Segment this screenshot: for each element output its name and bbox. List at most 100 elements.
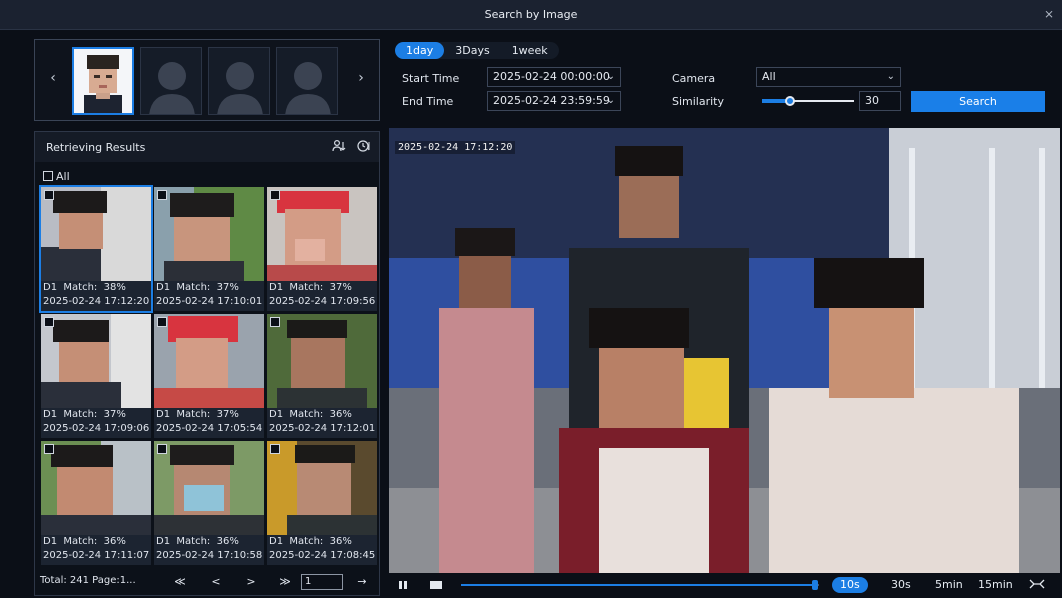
face-photo — [74, 49, 132, 113]
range-tab-1week[interactable]: 1week — [501, 42, 559, 59]
result-match: D1 Match: 38% — [43, 282, 126, 293]
start-time-label: Start Time — [402, 72, 460, 85]
result-checkbox[interactable] — [157, 444, 167, 454]
video-frame — [389, 128, 1060, 573]
similarity-knob[interactable] — [784, 96, 795, 106]
result-match: D1 Match: 37% — [156, 282, 239, 293]
result-thumbnail — [41, 441, 151, 535]
result-thumbnail — [267, 314, 377, 408]
start-time-field[interactable]: 2025-02-24 00:00:00 ⌄ — [487, 67, 621, 87]
result-card[interactable]: D1 Match: 37% 2025-02-24 17:10:01 — [154, 187, 264, 311]
similarity-slider[interactable] — [762, 96, 854, 106]
chevron-down-icon: ⌄ — [886, 71, 895, 82]
reference-slot-empty[interactable] — [276, 47, 338, 115]
result-checkbox[interactable] — [44, 190, 54, 200]
camera-select[interactable]: All ⌄ — [756, 67, 901, 87]
result-thumbnail — [41, 187, 151, 281]
pause-icon[interactable] — [397, 579, 409, 591]
video-timestamp: 2025-02-24 17:12:20 — [395, 141, 516, 154]
reference-slot-empty[interactable] — [140, 47, 202, 115]
result-checkbox[interactable] — [157, 190, 167, 200]
end-time-label: End Time — [402, 95, 454, 108]
result-thumbnail — [154, 187, 264, 281]
result-time: 2025-02-24 17:08:45 — [269, 550, 376, 561]
range-tab-3days[interactable]: 3Days — [444, 42, 500, 59]
result-match: D1 Match: 37% — [269, 282, 352, 293]
interval-30s-button[interactable]: 30s — [883, 577, 919, 593]
result-thumbnail — [154, 314, 264, 408]
result-time: 2025-02-24 17:05:54 — [156, 423, 263, 434]
reference-image-strip: ‹ › — [34, 39, 380, 121]
result-card[interactable]: D1 Match: 36% 2025-02-24 17:08:45 — [267, 441, 377, 565]
next-reference-button[interactable]: › — [353, 68, 369, 88]
time-range-selector: 1day 3Days 1week — [395, 42, 559, 59]
time-sort-icon[interactable] — [356, 139, 372, 155]
select-all-checkbox[interactable] — [43, 171, 53, 181]
prev-page-button[interactable]: < — [207, 574, 225, 590]
result-thumbnail — [267, 187, 377, 281]
result-thumbnail — [41, 314, 151, 408]
next-page-button[interactable]: > — [242, 574, 260, 590]
result-checkbox[interactable] — [270, 190, 280, 200]
start-time-value: 2025-02-24 00:00:00 — [493, 70, 610, 83]
result-checkbox[interactable] — [270, 317, 280, 327]
person-placeholder-icon — [285, 62, 331, 114]
prev-reference-button[interactable]: ‹ — [45, 68, 61, 88]
pagination: Total: 241 Page:1... ≪ < > ≫ 1 → — [35, 570, 379, 594]
result-time: 2025-02-24 17:10:01 — [156, 296, 263, 307]
stop-icon[interactable] — [429, 579, 443, 591]
fullscreen-icon[interactable] — [1029, 578, 1045, 590]
result-time: 2025-02-24 17:12:20 — [43, 296, 150, 307]
window-title: Search by Image — [484, 8, 578, 21]
result-card[interactable]: D1 Match: 37% 2025-02-24 17:09:06 — [41, 314, 151, 438]
interval-15min-button[interactable]: 15min — [970, 577, 1021, 593]
result-time: 2025-02-24 17:10:58 — [156, 550, 263, 561]
close-icon[interactable]: ⨯ — [1042, 7, 1056, 21]
result-match: D1 Match: 36% — [156, 536, 239, 547]
person-sort-icon[interactable] — [332, 139, 348, 155]
chevron-down-icon: ⌄ — [606, 95, 615, 106]
interval-5min-button[interactable]: 5min — [927, 577, 971, 593]
title-bar: Search by Image ⨯ — [0, 0, 1062, 30]
result-checkbox[interactable] — [44, 444, 54, 454]
playback-controls: 10s 30s 5min 15min — [389, 574, 1060, 596]
reference-image-selected[interactable] — [72, 47, 134, 115]
range-tab-1day[interactable]: 1day — [395, 42, 445, 59]
similarity-value: 30 — [865, 94, 879, 107]
result-card[interactable]: D1 Match: 36% 2025-02-24 17:12:01 — [267, 314, 377, 438]
result-card[interactable]: D1 Match: 37% 2025-02-24 17:05:54 — [154, 314, 264, 438]
result-card[interactable]: D1 Match: 37% 2025-02-24 17:09:56 — [267, 187, 377, 311]
select-all-label: All — [56, 169, 70, 183]
select-all-row[interactable]: All — [43, 169, 70, 183]
result-checkbox[interactable] — [270, 444, 280, 454]
camera-label: Camera — [672, 72, 716, 85]
camera-value: All — [762, 70, 776, 83]
reference-slot-empty[interactable] — [208, 47, 270, 115]
search-button[interactable]: Search — [911, 91, 1045, 112]
result-checkbox[interactable] — [44, 317, 54, 327]
results-panel: Retrieving Results All D1 Match: 38% 202… — [34, 131, 380, 596]
result-time: 2025-02-24 17:09:06 — [43, 423, 150, 434]
result-card[interactable]: D1 Match: 36% 2025-02-24 17:11:07 — [41, 441, 151, 565]
result-card[interactable]: D1 Match: 38% 2025-02-24 17:12:20 — [39, 185, 153, 313]
result-checkbox[interactable] — [157, 317, 167, 327]
go-page-button[interactable]: → — [353, 574, 371, 590]
person-placeholder-icon — [149, 62, 195, 114]
results-header: Retrieving Results — [35, 132, 379, 162]
result-match: D1 Match: 37% — [43, 409, 126, 420]
result-time: 2025-02-24 17:09:56 — [269, 296, 376, 307]
timeline-knob[interactable] — [812, 580, 819, 590]
result-thumbnail — [267, 441, 377, 535]
first-page-button[interactable]: ≪ — [171, 574, 189, 590]
last-page-button[interactable]: ≫ — [276, 574, 294, 590]
video-player[interactable]: 2025-02-24 17:12:20 — [389, 128, 1060, 573]
person-placeholder-icon — [217, 62, 263, 114]
end-time-field[interactable]: 2025-02-24 23:59:59 ⌄ — [487, 91, 621, 111]
result-time: 2025-02-24 17:12:01 — [269, 423, 376, 434]
playback-timeline[interactable] — [461, 580, 819, 590]
similarity-label: Similarity — [672, 95, 725, 108]
similarity-input[interactable]: 30 — [859, 91, 901, 111]
interval-10s-button[interactable]: 10s — [832, 577, 868, 593]
result-card[interactable]: D1 Match: 36% 2025-02-24 17:10:58 — [154, 441, 264, 565]
page-number-input[interactable]: 1 — [301, 574, 343, 590]
